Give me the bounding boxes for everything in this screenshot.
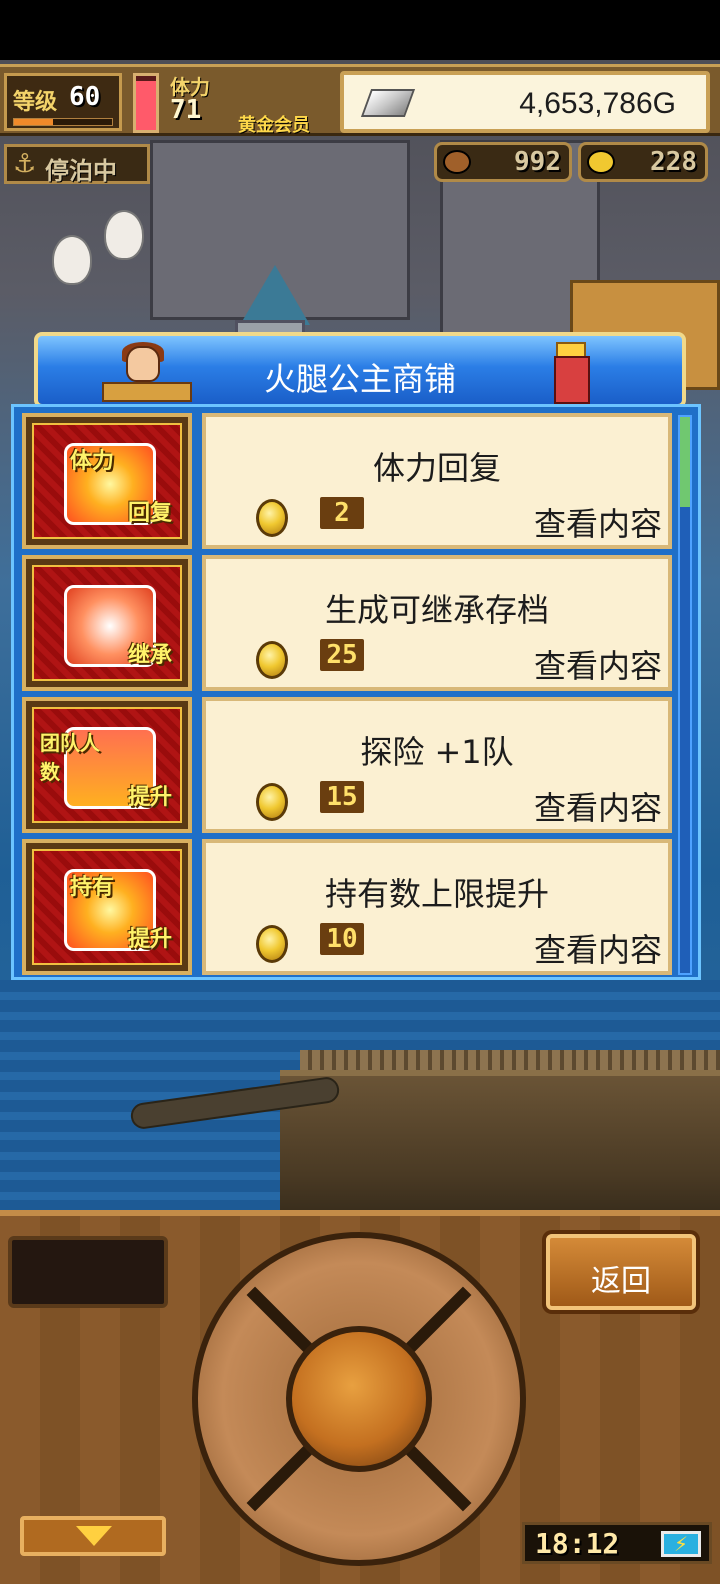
item-icon-frame: 继承 bbox=[22, 555, 192, 691]
message-slot bbox=[8, 1236, 168, 1308]
top-hud: 等级 60 体力 71 黄金会员 4,653,786G bbox=[0, 64, 720, 136]
shop-item-capacity-up[interactable]: 持有 提升 持有数上限提升 10 查看内容 bbox=[22, 839, 672, 975]
shop-scrollbar[interactable] bbox=[678, 415, 692, 975]
egg-decoration bbox=[104, 210, 144, 260]
dock-status-label: 停泊中 bbox=[45, 157, 117, 185]
scrollbar-thumb[interactable] bbox=[680, 417, 690, 507]
item-price: 15 bbox=[320, 781, 364, 813]
coin-icon bbox=[256, 641, 288, 679]
dial-center-button[interactable] bbox=[286, 1326, 432, 1472]
anchor-icon: ⚓ bbox=[13, 149, 37, 179]
bottom-control-panel: 返回 18:12 ⚡ bbox=[0, 1210, 720, 1584]
coin-icon bbox=[256, 925, 288, 963]
chevron-down-icon bbox=[76, 1526, 112, 1546]
collapse-menu-button[interactable] bbox=[20, 1516, 166, 1556]
item-card[interactable]: 生成可继承存档 25 查看内容 bbox=[202, 555, 672, 691]
view-details-button[interactable]: 查看内容 bbox=[534, 925, 662, 971]
gold-value: 4,653,786G bbox=[519, 87, 676, 120]
item-card[interactable]: 探险 +1队 15 查看内容 bbox=[202, 697, 672, 833]
clock-display: 18:12 ⚡ bbox=[522, 1522, 712, 1564]
view-details-button[interactable]: 查看内容 bbox=[534, 499, 662, 545]
item-icon-frame: 体力 回复 bbox=[22, 413, 192, 549]
team-size-up-icon: 团队人数 提升 bbox=[32, 707, 182, 823]
back-button[interactable]: 返回 bbox=[546, 1234, 696, 1310]
inherit-save-icon: 继承 bbox=[32, 565, 182, 681]
king-icon bbox=[540, 338, 600, 408]
ship-hull bbox=[280, 1070, 720, 1220]
vip-badge: 黄金会员 bbox=[238, 115, 310, 136]
capacity-up-icon: 持有 提升 bbox=[32, 849, 182, 965]
item-name: 生成可继承存档 bbox=[324, 591, 549, 629]
stamina-value: 71 bbox=[170, 95, 202, 125]
item-icon-frame: 团队人数 提升 bbox=[22, 697, 192, 833]
gold-display[interactable]: 4,653,786G bbox=[340, 71, 710, 133]
battery-icon: ⚡ bbox=[661, 1531, 701, 1557]
stamina-recovery-icon: 体力 回复 bbox=[32, 423, 182, 539]
xp-bar bbox=[13, 118, 113, 126]
silver-bar-icon bbox=[360, 89, 416, 117]
coin-icon bbox=[256, 499, 288, 537]
stamina-bar-fill bbox=[136, 81, 156, 130]
coin-icon bbox=[587, 150, 615, 174]
medal-value: 992 bbox=[514, 147, 561, 177]
item-card[interactable]: 持有数上限提升 10 查看内容 bbox=[202, 839, 672, 975]
item-price: 10 bbox=[320, 923, 364, 955]
egg-decoration bbox=[52, 235, 92, 285]
view-details-button[interactable]: 查看内容 bbox=[534, 641, 662, 687]
clock-time: 18:12 bbox=[535, 1527, 620, 1560]
shop-item-expedition-team[interactable]: 团队人数 提升 探险 +1队 15 查看内容 bbox=[22, 697, 672, 833]
shop-item-inheritable-save[interactable]: 继承 生成可继承存档 25 查看内容 bbox=[22, 555, 672, 691]
item-card[interactable]: 体力回复 2 查看内容 bbox=[202, 413, 672, 549]
level-box: 等级 60 bbox=[4, 73, 122, 131]
coin-value: 228 bbox=[650, 147, 697, 177]
stamina-bar bbox=[133, 73, 159, 133]
item-name: 体力回复 bbox=[372, 449, 501, 487]
item-price: 2 bbox=[320, 497, 364, 529]
coin-icon bbox=[256, 783, 288, 821]
medal-icon bbox=[443, 150, 471, 174]
medal-counter: 992 bbox=[434, 142, 572, 182]
item-icon-frame: 持有 提升 bbox=[22, 839, 192, 975]
level-label: 等级 bbox=[13, 90, 58, 115]
view-details-button[interactable]: 查看内容 bbox=[534, 783, 662, 829]
shop-title-bar: 火腿公主商铺 bbox=[34, 332, 686, 408]
back-button-label: 返回 bbox=[591, 1264, 651, 1299]
xp-bar-fill bbox=[14, 119, 54, 125]
shop-item-stamina-recovery[interactable]: 体力 回复 体力回复 2 查看内容 bbox=[22, 413, 672, 549]
item-name: 持有数上限提升 bbox=[324, 875, 549, 913]
item-price: 25 bbox=[320, 639, 364, 671]
coin-counter: 228 bbox=[578, 142, 708, 182]
control-dial[interactable] bbox=[192, 1232, 526, 1566]
shop-item-list[interactable]: 体力 回复 体力回复 2 查看内容 继承 生成可继承存档 25 查看内容 团队人… bbox=[11, 404, 701, 980]
tower-roof bbox=[240, 265, 310, 325]
dock-status-badge: ⚓ 停泊中 bbox=[4, 144, 150, 185]
item-name: 探险 +1队 bbox=[360, 733, 514, 771]
level-value: 60 bbox=[69, 82, 101, 112]
